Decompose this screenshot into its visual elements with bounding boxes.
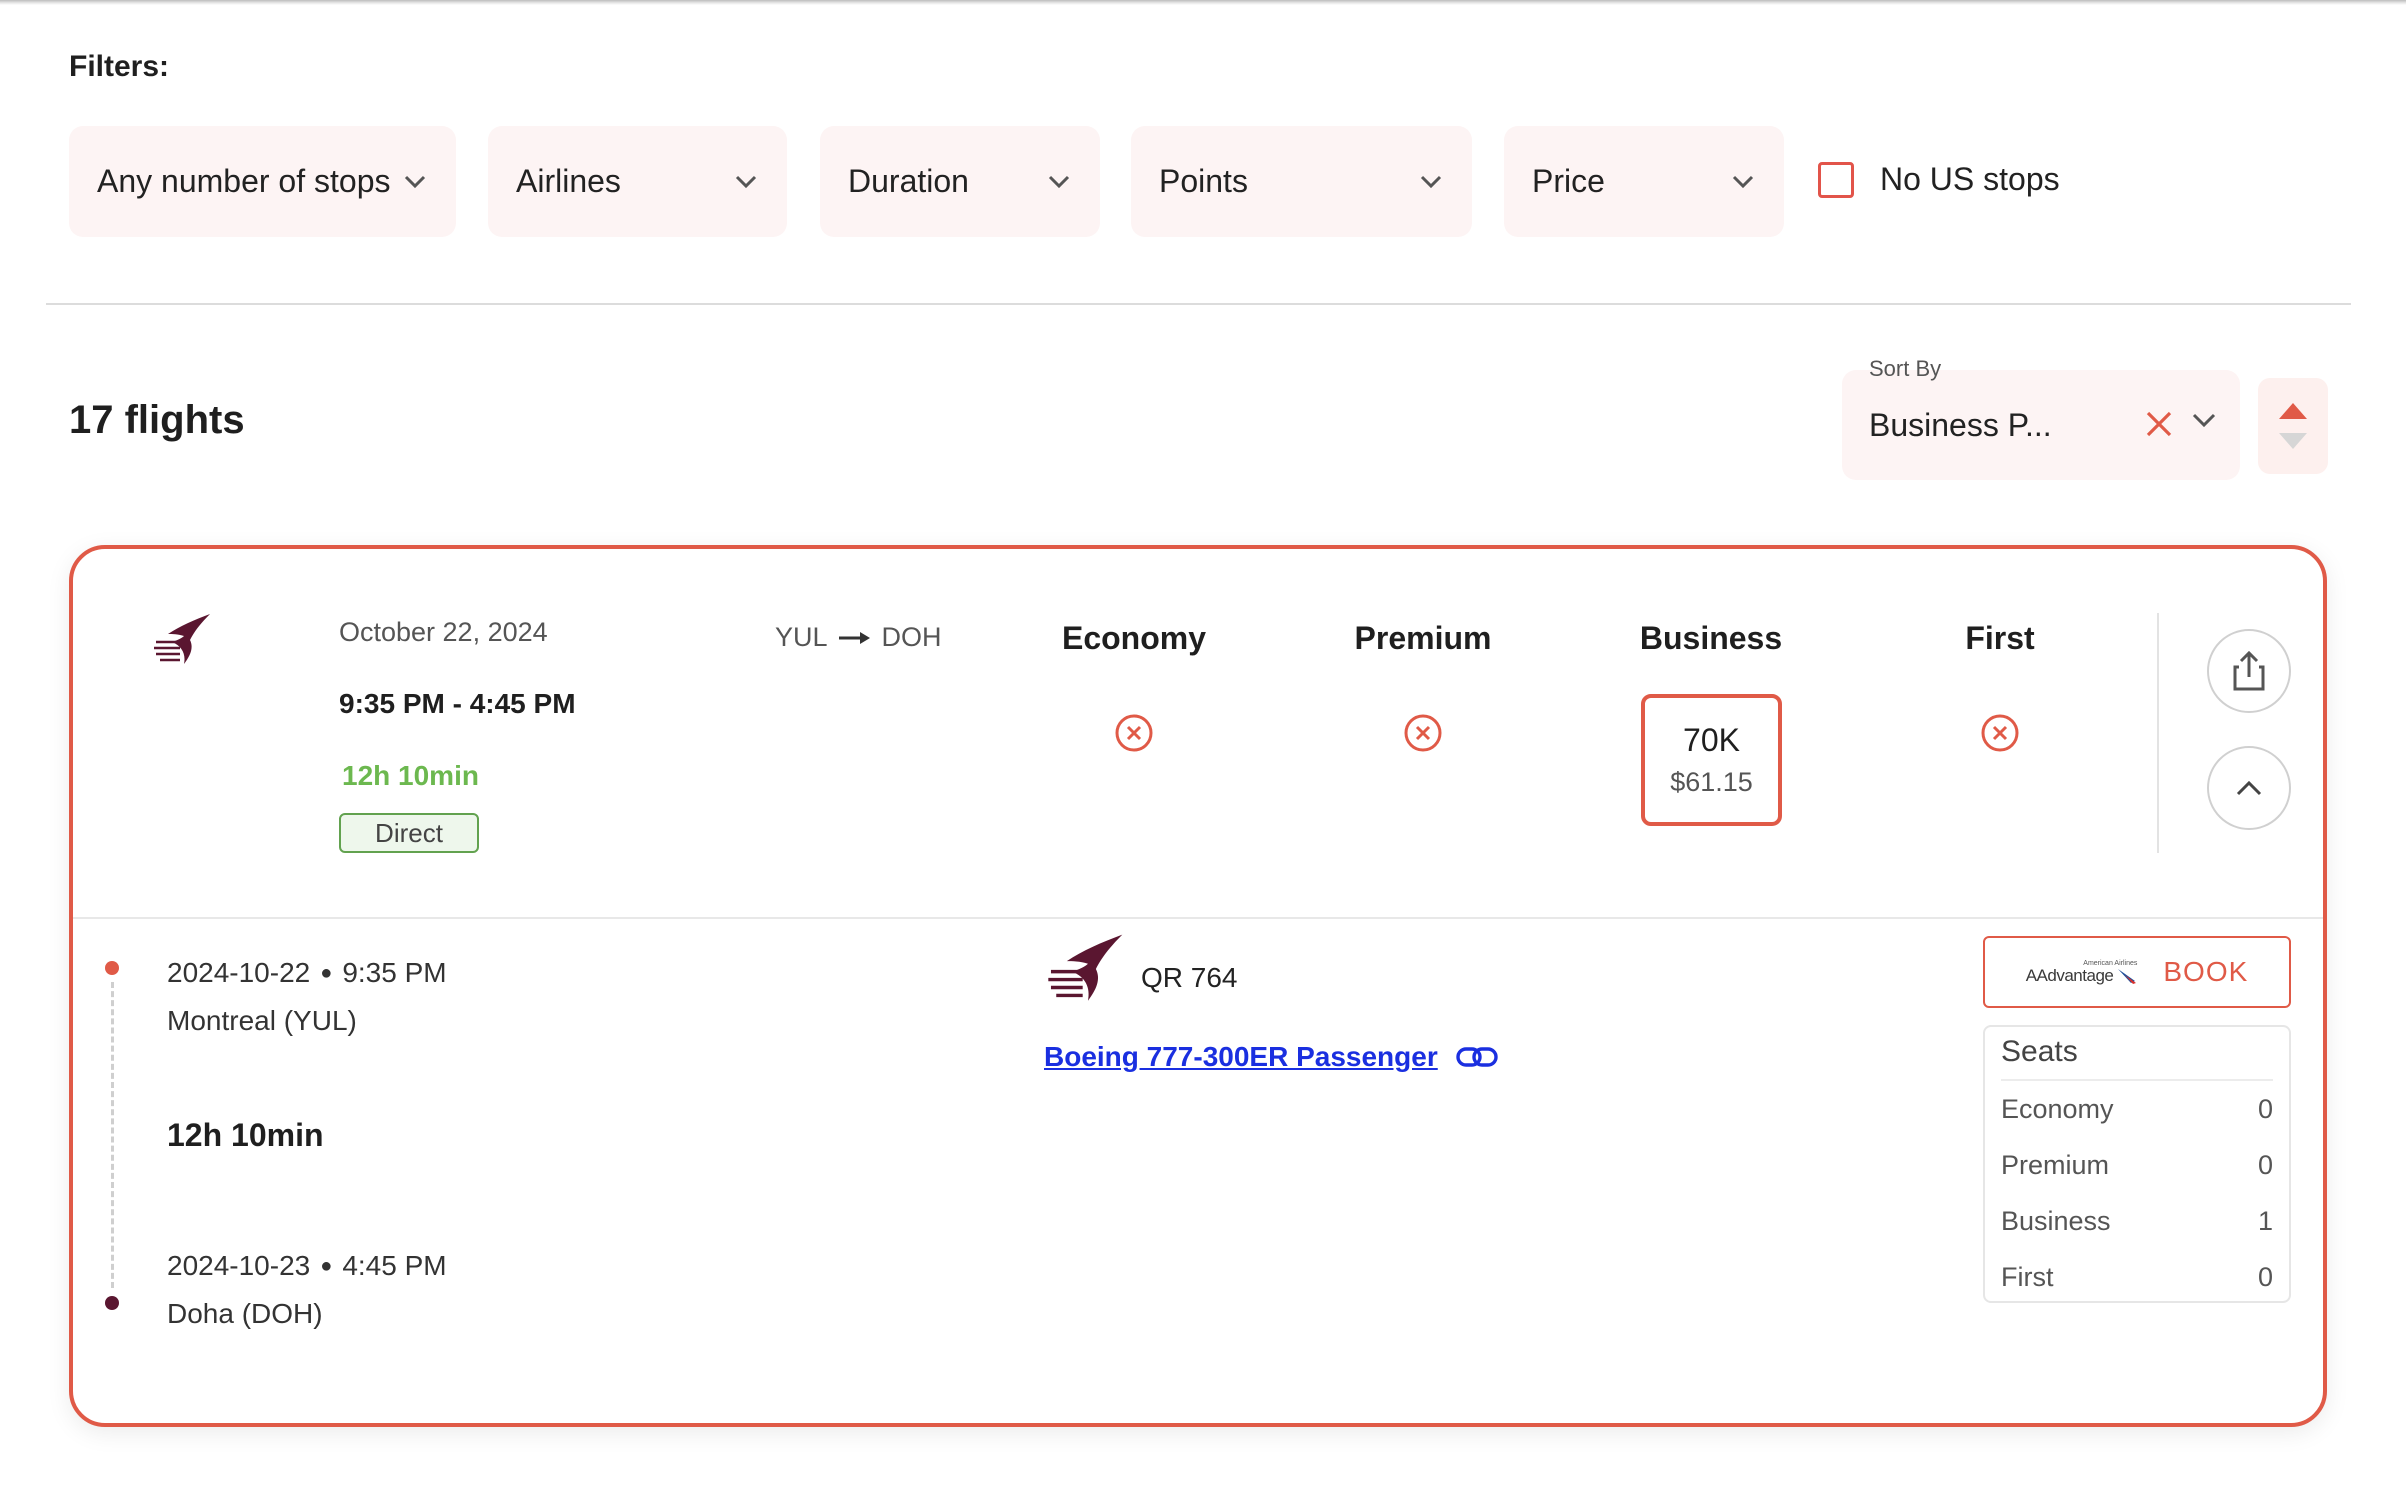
flight-time-range: 9:35 PM - 4:45 PM xyxy=(339,688,576,719)
link-icon[interactable] xyxy=(1456,1045,1498,1069)
seat-row-first: First 0 xyxy=(2001,1249,2273,1305)
book-label: BOOK xyxy=(2163,956,2249,987)
duration-filter-label: Duration xyxy=(848,163,969,199)
seat-count: 1 xyxy=(2257,1205,2273,1236)
class-header-economy: Economy xyxy=(1061,620,1207,656)
class-header-business: Business xyxy=(1639,620,1783,656)
no-us-stops-label: No US stops xyxy=(1880,161,2060,197)
no-us-stops-filter[interactable]: No US stops xyxy=(1818,161,2060,198)
seat-row-business: Business 1 xyxy=(2001,1193,2273,1249)
filters-label: Filters: xyxy=(69,50,170,83)
seat-row-economy: Economy 0 xyxy=(2001,1081,2273,1137)
class-header-first: First xyxy=(1965,620,2035,656)
stops-badge: Direct xyxy=(339,813,479,853)
timeline-line xyxy=(111,982,114,1288)
route: YUL DOH xyxy=(775,622,942,653)
seats-panel: Seats Economy 0 Premium 0 Business 1 Fir… xyxy=(1983,1025,2291,1303)
filters-divider xyxy=(46,303,2351,305)
share-icon xyxy=(2233,650,2265,691)
flight-date: October 22, 2024 xyxy=(339,617,548,647)
chevron-down-icon xyxy=(1418,169,1444,195)
seats-title: Seats xyxy=(2001,1035,2273,1081)
seat-class-label: Premium xyxy=(2001,1149,2110,1180)
chevron-down-icon xyxy=(1730,169,1756,195)
x-circle-icon xyxy=(1114,713,1154,753)
seat-class-label: First xyxy=(2001,1261,2054,1292)
class-header-premium: Premium xyxy=(1354,620,1492,656)
qatar-airways-logo xyxy=(1042,932,1126,1006)
chevron-down-icon xyxy=(1046,169,1072,195)
aircraft-link[interactable]: Boeing 777-300ER Passenger xyxy=(1044,1041,1438,1073)
departure-dot xyxy=(105,961,119,975)
departure-time: 9:35 PM xyxy=(342,957,447,988)
arrow-right-icon xyxy=(838,631,870,644)
qatar-airways-logo xyxy=(150,612,212,668)
top-shadow xyxy=(0,0,2406,5)
airlines-filter-label: Airlines xyxy=(516,163,621,199)
card-separator xyxy=(73,917,2323,919)
collapse-button[interactable] xyxy=(2207,746,2291,830)
x-circle-icon xyxy=(1403,713,1443,753)
departure-place: Montreal (YUL) xyxy=(167,1005,357,1036)
x-circle-icon xyxy=(1980,713,2020,753)
chevron-up-icon xyxy=(2236,780,2262,796)
departure-date: 2024-10-22 xyxy=(167,957,311,988)
arrival-time: 4:45 PM xyxy=(342,1250,447,1281)
airlines-filter-dropdown[interactable]: Airlines xyxy=(488,126,787,237)
aadvantage-logo: American Airlines AAdvantage xyxy=(2026,960,2138,985)
flight-number: QR 764 xyxy=(1141,962,1238,993)
price-filter-label: Price xyxy=(1532,163,1605,199)
flight-duration: 12h 10min xyxy=(342,760,479,791)
book-button[interactable]: American Airlines AAdvantage BOOK xyxy=(1983,936,2291,1008)
stops-filter-label: Any number of stops xyxy=(97,163,391,199)
business-points: 70K xyxy=(1683,722,1740,758)
business-cash: $61.15 xyxy=(1670,767,1753,797)
sort-by-label: Sort By xyxy=(1869,356,1942,381)
aircraft-row: Boeing 777-300ER Passenger xyxy=(1044,1041,1498,1073)
arrival-date: 2024-10-23 xyxy=(167,1250,311,1281)
route-origin: YUL xyxy=(775,622,828,652)
seat-class-label: Business xyxy=(2001,1205,2111,1236)
seat-count: 0 xyxy=(2257,1149,2273,1180)
stops-filter-dropdown[interactable]: Any number of stops xyxy=(69,126,456,237)
sort-by-value: Business P... xyxy=(1869,407,2052,443)
points-filter-dropdown[interactable]: Points xyxy=(1131,126,1472,237)
seat-count: 0 xyxy=(2257,1261,2273,1292)
chevron-down-icon xyxy=(402,169,428,195)
seat-class-label: Economy xyxy=(2001,1093,2114,1124)
bullet-separator: ● xyxy=(320,961,333,984)
aa-eagle-icon xyxy=(2118,968,2137,984)
no-us-stops-checkbox[interactable] xyxy=(1818,161,1854,198)
aa-logo-name: AAdvantage xyxy=(2025,966,2114,985)
share-button[interactable] xyxy=(2207,629,2291,713)
sort-arrows-icon xyxy=(2279,403,2307,449)
chevron-down-icon xyxy=(733,169,759,195)
business-price-option[interactable]: 70K $61.15 xyxy=(1641,694,1782,826)
actions-separator xyxy=(2157,613,2159,853)
chevron-down-icon[interactable] xyxy=(2190,410,2218,437)
seat-count: 0 xyxy=(2257,1093,2273,1124)
arrival-dot xyxy=(105,1296,119,1310)
results-count: 17 flights xyxy=(69,398,245,442)
close-icon[interactable] xyxy=(2143,408,2175,440)
price-filter-dropdown[interactable]: Price xyxy=(1504,126,1784,237)
departure-datetime: 2024-10-22 ● 9:35 PM xyxy=(167,957,447,989)
points-filter-label: Points xyxy=(1159,163,1248,199)
bullet-separator: ● xyxy=(320,1254,333,1277)
route-destination: DOH xyxy=(881,622,942,652)
segment-duration: 12h 10min xyxy=(167,1117,324,1153)
duration-filter-dropdown[interactable]: Duration xyxy=(820,126,1100,237)
seat-row-premium: Premium 0 xyxy=(2001,1137,2273,1193)
arrival-place: Doha (DOH) xyxy=(167,1298,323,1329)
sort-order-button[interactable] xyxy=(2258,378,2328,474)
arrival-datetime: 2024-10-23 ● 4:45 PM xyxy=(167,1250,447,1282)
